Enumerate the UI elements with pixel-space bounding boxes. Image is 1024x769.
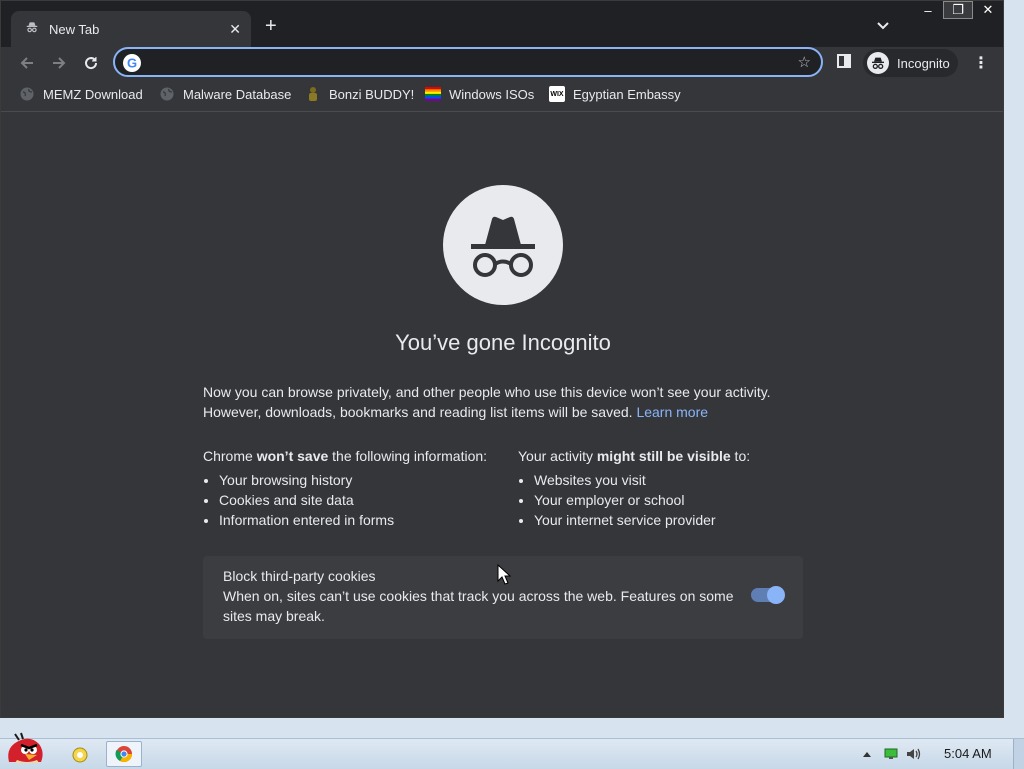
wont-save-heading: Chrome won’t save the following informat… — [203, 448, 488, 464]
tab-new-tab[interactable]: New Tab ✕ — [11, 11, 251, 47]
globe-icon — [19, 86, 35, 102]
taskbar: 5:04 AM — [0, 732, 1024, 769]
toggle-knob — [767, 586, 785, 604]
chrome-taskbar-button[interactable] — [106, 741, 142, 767]
google-icon: G — [123, 54, 141, 77]
learn-more-link[interactable]: Learn more — [636, 404, 708, 420]
list-item: Your employer or school — [534, 490, 803, 510]
cookie-controls-description: When on, sites can’t use cookies that tr… — [223, 588, 734, 624]
incognito-profile-button[interactable]: Incognito — [863, 49, 958, 77]
incognito-tab-icon — [25, 20, 39, 39]
list-item: Your browsing history — [219, 470, 503, 490]
bookmarks-bar: MEMZ Download Malware Database Bonzi BUD… — [1, 79, 1003, 112]
bookmark-star-icon[interactable]: ☆ — [798, 53, 811, 71]
block-cookies-toggle[interactable] — [751, 586, 785, 604]
mouse-cursor-icon — [497, 563, 512, 591]
tray-expand-icon[interactable] — [860, 741, 874, 767]
list-item: Websites you visit — [534, 470, 803, 490]
chrome-icon — [115, 746, 133, 763]
back-button[interactable] — [15, 51, 39, 75]
forward-button[interactable] — [47, 51, 71, 75]
bookmark-label: Egyptian Embassy — [573, 86, 681, 102]
tab-title: New Tab — [49, 21, 100, 37]
address-bar[interactable]: G ☆ — [113, 47, 823, 77]
bonzi-icon — [305, 86, 321, 102]
explorer-taskbar-button[interactable] — [68, 741, 92, 767]
still-visible-section: Your activity might still be visible to:… — [518, 446, 803, 530]
tab-strip: New Tab ✕ + — [1, 1, 1003, 47]
tab-search-button[interactable] — [877, 19, 889, 33]
taskbar-clock[interactable]: 5:04 AM — [944, 746, 992, 761]
back-arrow-icon — [20, 57, 33, 69]
list-item: Information entered in forms — [219, 510, 503, 530]
reload-icon — [85, 57, 98, 70]
incognito-avatar-icon — [867, 52, 889, 74]
incognito-label: Incognito — [897, 55, 950, 71]
page-title: You’ve gone Incognito — [395, 330, 611, 355]
reload-button[interactable] — [79, 51, 103, 75]
angry-bird-icon — [8, 732, 43, 763]
still-visible-heading: Your activity might still be visible to: — [518, 448, 751, 464]
intro-paragraph: Now you can browse privately, and other … — [203, 382, 803, 422]
bookmark-malware-database[interactable]: Malware Database — [159, 86, 291, 102]
svg-text:G: G — [127, 56, 137, 71]
browser-window: ‒ ❐ ✕ New Tab ✕ + G ☆ Incognito ⋮ MEMZ D… — [0, 0, 1004, 718]
bookmark-egyptian-embassy[interactable]: WIX Egyptian Embassy — [549, 86, 681, 102]
wix-icon-text: WIX — [550, 90, 564, 98]
bookmark-label: MEMZ Download — [43, 86, 143, 102]
start-button[interactable] — [0, 731, 48, 769]
menu-button[interactable]: ⋮ — [973, 53, 989, 73]
globe-icon — [159, 86, 175, 102]
bookmark-memz-download[interactable]: MEMZ Download — [19, 86, 143, 102]
forward-arrow-icon — [53, 57, 66, 69]
explorer-icon — [72, 747, 88, 763]
toolbar: G ☆ Incognito ⋮ — [1, 47, 1003, 79]
bookmark-label: Malware Database — [183, 86, 292, 102]
bookmark-bonzi-buddy[interactable]: Bonzi BUDDY! — [305, 86, 414, 102]
bookmark-windows-isos[interactable]: Windows ISOs — [425, 86, 534, 102]
bookmark-label: Windows ISOs — [449, 86, 535, 102]
network-icon[interactable] — [882, 741, 900, 767]
list-item: Your internet service provider — [534, 510, 803, 530]
new-tab-button[interactable]: + — [265, 15, 277, 37]
list-item: Cookies and site data — [219, 490, 503, 510]
wix-icon: WIX — [549, 86, 565, 102]
incognito-ntp: You’ve gone Incognito Now you can browse… — [1, 112, 1003, 717]
show-desktop-button[interactable] — [1013, 739, 1024, 769]
incognito-hero-icon — [443, 185, 563, 305]
chevron-down-icon — [877, 22, 889, 30]
bookmark-label: Bonzi BUDDY! — [329, 86, 415, 102]
wont-save-section: Chrome won’t save the following informat… — [203, 446, 503, 530]
side-panel-icon[interactable] — [837, 54, 851, 68]
address-input[interactable] — [151, 51, 795, 75]
tab-close-icon[interactable]: ✕ — [229, 21, 241, 38]
volume-icon[interactable] — [904, 741, 924, 767]
rainbow-flag-icon — [425, 86, 441, 102]
